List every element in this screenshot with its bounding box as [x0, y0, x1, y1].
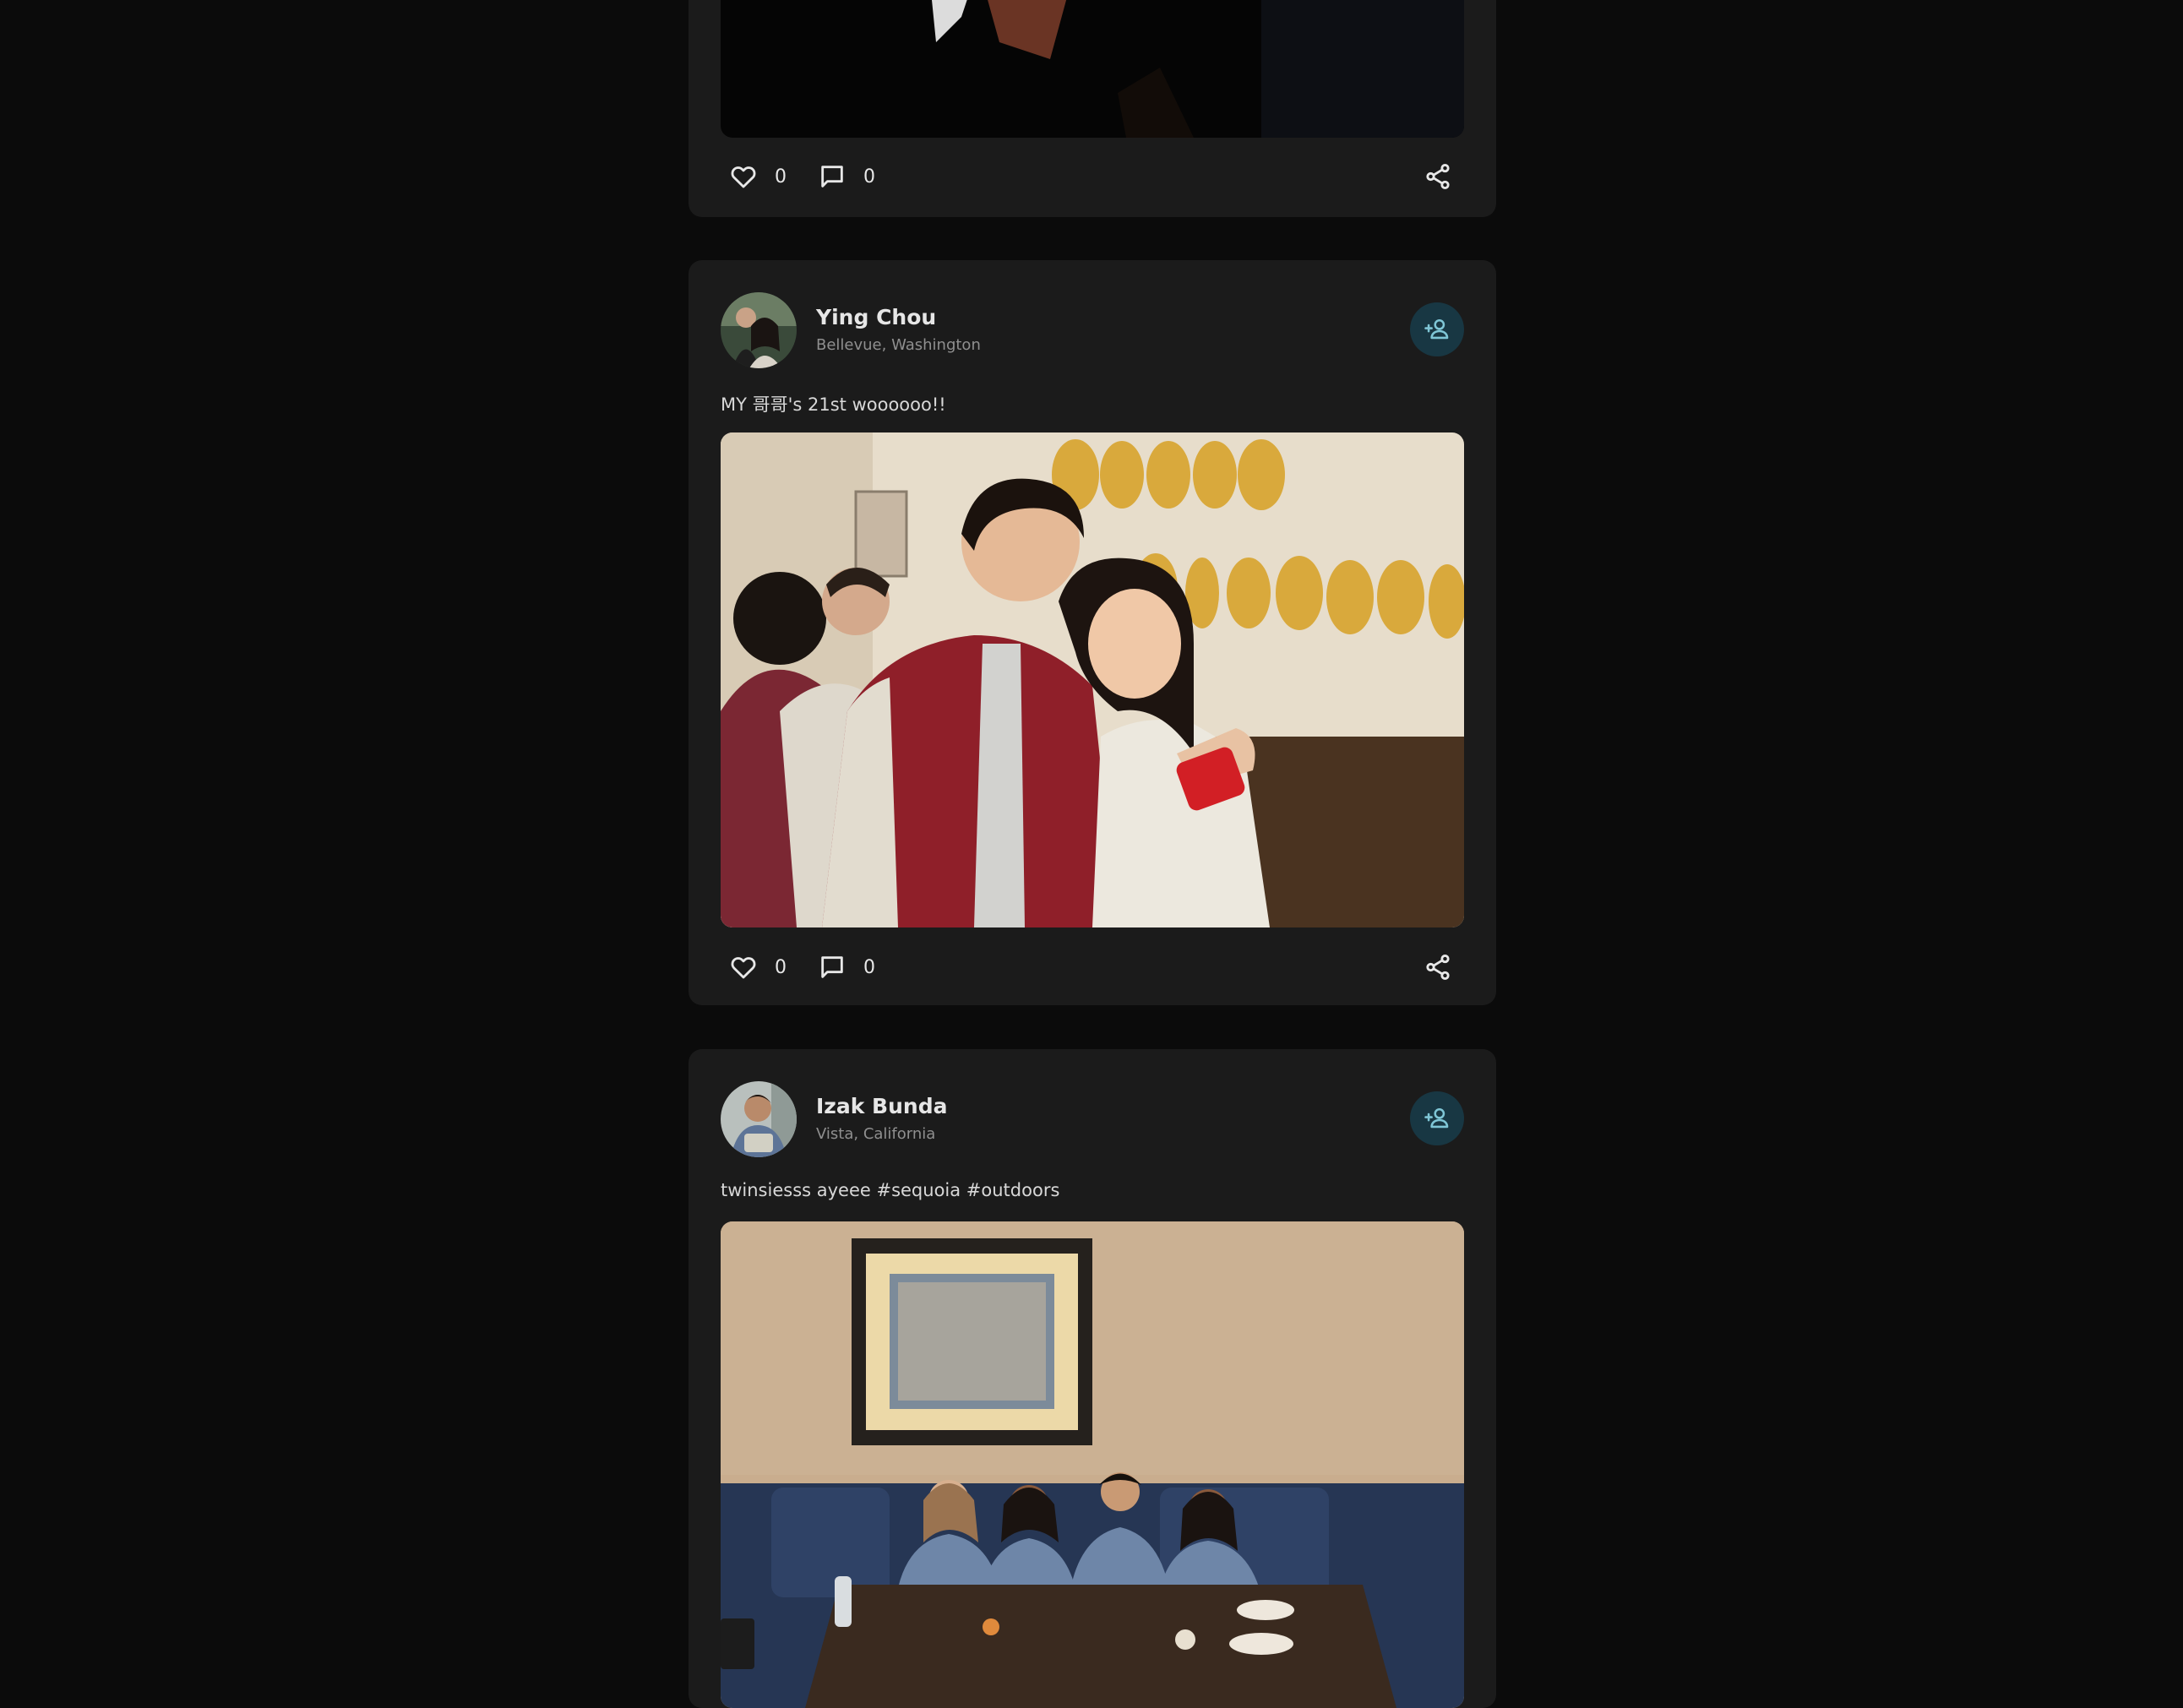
- comment-button[interactable]: 0: [818, 156, 875, 197]
- like-count: 0: [775, 956, 787, 978]
- post-actions: 0 0: [721, 156, 1464, 197]
- post-card: Izak Bunda Vista, California twinsiesss …: [689, 1049, 1496, 1708]
- post-photo[interactable]: [721, 0, 1464, 138]
- like-count: 0: [775, 166, 787, 188]
- user-plus-icon: [1424, 1107, 1449, 1129]
- avatar[interactable]: [721, 1081, 797, 1157]
- share-button[interactable]: [1424, 156, 1452, 197]
- post-caption: MY 哥哥's 21st woooooo!!: [721, 394, 946, 415]
- post-card: Ying Chou Bellevue, Washington MY 哥哥's 2…: [689, 260, 1496, 1005]
- post-actions: 0 0: [721, 947, 1464, 987]
- heart-icon: [731, 166, 756, 188]
- author-name[interactable]: Izak Bunda: [816, 1094, 947, 1118]
- author-location: Bellevue, Washington: [816, 336, 981, 354]
- share-button[interactable]: [1424, 947, 1452, 987]
- post-header: Ying Chou Bellevue, Washington: [721, 292, 1464, 368]
- author-location: Vista, California: [816, 1125, 936, 1143]
- share-icon: [1426, 163, 1450, 190]
- share-icon: [1426, 954, 1450, 981]
- author-name[interactable]: Ying Chou: [816, 305, 936, 329]
- follow-button[interactable]: [1410, 302, 1464, 356]
- heart-icon: [731, 957, 756, 979]
- comment-count: 0: [863, 956, 875, 978]
- like-button[interactable]: 0: [729, 947, 787, 987]
- user-plus-icon: [1424, 318, 1449, 340]
- comment-count: 0: [863, 166, 875, 188]
- follow-button[interactable]: [1410, 1091, 1464, 1145]
- comment-button[interactable]: 0: [818, 947, 875, 987]
- post-card: 0 0: [689, 0, 1496, 217]
- post-photo[interactable]: [721, 432, 1464, 927]
- comment-icon: [821, 166, 843, 188]
- post-header: Izak Bunda Vista, California: [721, 1081, 1464, 1157]
- avatar[interactable]: [721, 292, 797, 368]
- comment-icon: [821, 956, 843, 978]
- post-caption: twinsiesss ayeee #sequoia #outdoors: [721, 1180, 1060, 1200]
- post-photo[interactable]: [721, 1221, 1464, 1708]
- like-button[interactable]: 0: [729, 156, 787, 197]
